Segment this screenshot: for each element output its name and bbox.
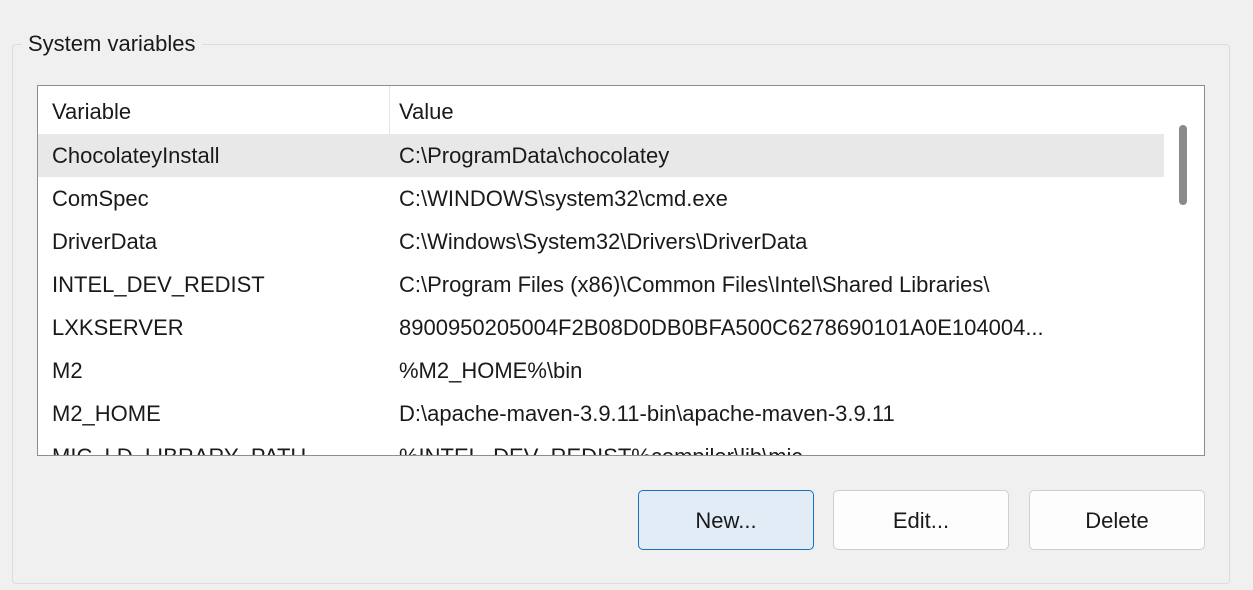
vertical-scrollbar[interactable] [1164, 86, 1204, 455]
table-row[interactable]: ChocolateyInstall C:\ProgramData\chocola… [38, 134, 1165, 177]
variable-name: MIC_LD_LIBRARY_PATH [52, 435, 382, 455]
table-row[interactable]: LXKSERVER 8900950205004F2B08D0DB0BFA500C… [38, 306, 1165, 349]
variable-name: LXKSERVER [52, 315, 184, 340]
variable-value: C:\ProgramData\chocolatey [399, 143, 670, 168]
group-title: System variables [22, 29, 202, 59]
list-rows: ChocolateyInstall C:\ProgramData\chocola… [38, 134, 1165, 455]
variable-value: D:\apache-maven-3.9.11-bin\apache-maven-… [399, 401, 895, 426]
delete-button[interactable]: Delete [1029, 490, 1205, 550]
column-header-variable[interactable]: Variable [52, 86, 131, 134]
variable-name: ChocolateyInstall [52, 143, 220, 168]
table-row[interactable]: M2_HOME D:\apache-maven-3.9.11-bin\apach… [38, 392, 1165, 435]
new-button[interactable]: New... [638, 490, 814, 550]
table-row[interactable]: DriverData C:\Windows\System32\Drivers\D… [38, 220, 1165, 263]
table-row[interactable]: INTEL_DEV_REDIST C:\Program Files (x86)\… [38, 263, 1165, 306]
column-header-value[interactable]: Value [399, 86, 454, 134]
table-row[interactable]: ComSpec C:\WINDOWS\system32\cmd.exe [38, 177, 1165, 220]
variable-value: C:\WINDOWS\system32\cmd.exe [399, 186, 728, 211]
scrollbar-thumb[interactable] [1179, 125, 1187, 205]
list-header: Variable Value [38, 86, 1165, 134]
system-variables-list[interactable]: Variable Value ChocolateyInstall C:\Prog… [37, 85, 1205, 456]
variable-name: M2 [52, 358, 83, 383]
table-row[interactable]: MIC_LD_LIBRARY_PATH %INTEL_DEV_REDIST%co… [38, 435, 1165, 455]
variable-name: INTEL_DEV_REDIST [52, 272, 265, 297]
variable-name: DriverData [52, 229, 158, 254]
variable-value: 8900950205004F2B08D0DB0BFA500C6278690101… [399, 315, 1044, 340]
variable-value: %M2_HOME%\bin [399, 358, 583, 383]
variable-name: M2_HOME [52, 401, 161, 426]
column-divider[interactable] [389, 86, 390, 134]
table-row[interactable]: M2 %M2_HOME%\bin [38, 349, 1165, 392]
edit-button[interactable]: Edit... [833, 490, 1009, 550]
variable-name: ComSpec [52, 186, 149, 211]
variable-value: C:\Program Files (x86)\Common Files\Inte… [399, 272, 990, 297]
variable-value: C:\Windows\System32\Drivers\DriverData [399, 229, 808, 254]
variable-value: %INTEL_DEV_REDIST%compiler\lib\mic [399, 435, 1159, 455]
